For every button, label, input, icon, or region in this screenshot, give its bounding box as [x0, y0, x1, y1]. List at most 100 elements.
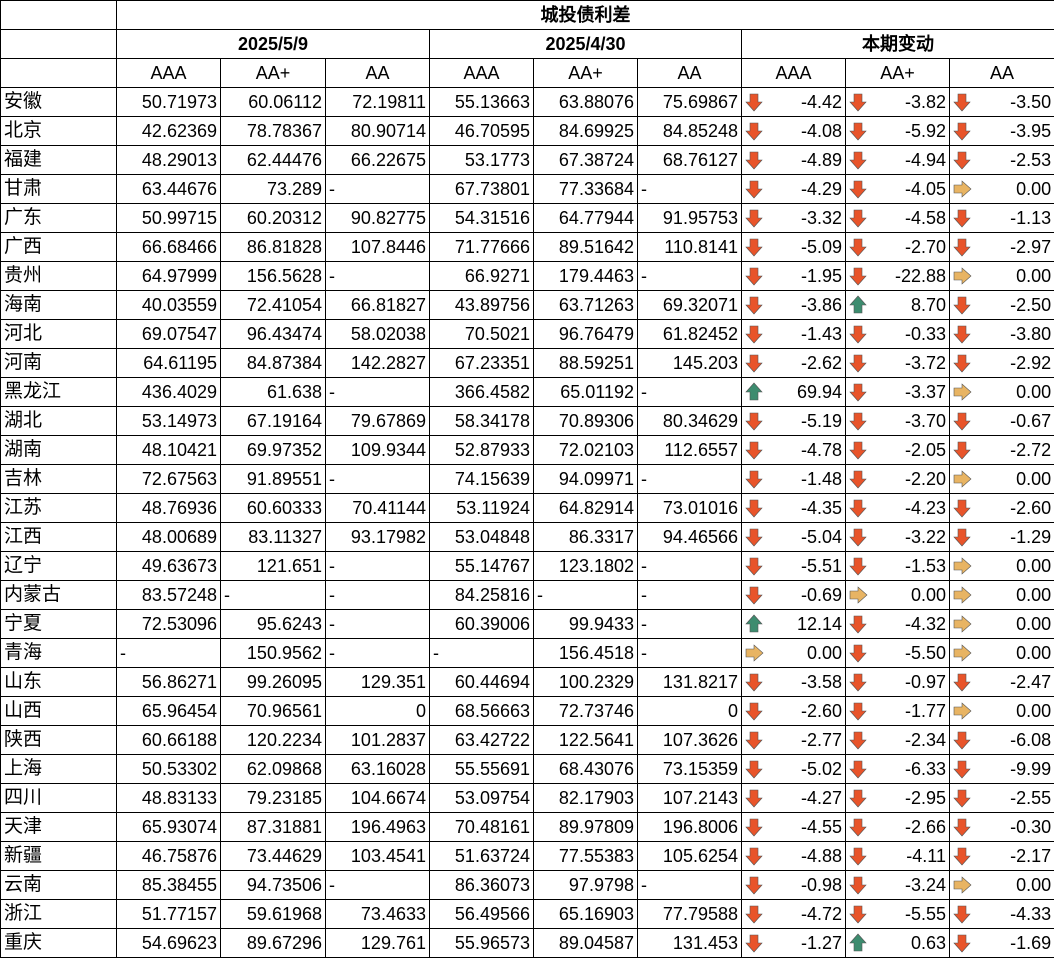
- province-cell: 江苏: [1, 494, 117, 523]
- spread-previous-cell: 77.55383: [534, 842, 638, 871]
- change-cell: -2.72: [950, 436, 1054, 465]
- change-header: 本期变动: [742, 30, 1054, 59]
- spread-current-cell: 73.44629: [221, 842, 326, 871]
- change-value: -4.08: [801, 121, 842, 141]
- change-cell: -2.05: [846, 436, 950, 465]
- change-cell: -4.32: [846, 610, 950, 639]
- table-row: 河北69.0754796.4347458.0203870.502196.7647…: [1, 320, 1054, 349]
- change-value: -3.24: [905, 875, 946, 895]
- spread-previous-cell: 66.9271: [430, 262, 534, 291]
- spread-current-cell: 87.31881: [221, 813, 326, 842]
- table-title: 城投债利差: [117, 1, 1054, 30]
- change-value: -2.55: [1010, 788, 1051, 808]
- spread-previous-cell: 156.4518: [534, 639, 638, 668]
- change-cell: -6.33: [846, 755, 950, 784]
- arrow-down-icon: [848, 904, 868, 924]
- spread-previous-cell: 86.36073: [430, 871, 534, 900]
- spread-current-cell: 196.4963: [326, 813, 430, 842]
- change-value: -0.69: [801, 585, 842, 605]
- arrow-up-icon: [744, 614, 764, 634]
- spread-previous-cell: 70.5021: [430, 320, 534, 349]
- change-cell: -22.88: [846, 262, 950, 291]
- change-cell: -3.50: [950, 88, 1054, 117]
- spread-previous-cell: 68.56663: [430, 697, 534, 726]
- arrow-down-icon: [744, 295, 764, 315]
- change-value: 0.00: [1016, 875, 1051, 895]
- arrow-down-icon: [848, 266, 868, 286]
- spread-current-cell: 79.67869: [326, 407, 430, 436]
- spread-current-cell: 70.96561: [221, 697, 326, 726]
- spread-previous-cell: 54.31516: [430, 204, 534, 233]
- spread-previous-cell: 86.3317: [534, 523, 638, 552]
- table-row: 上海50.5330262.0986863.1602855.5569168.430…: [1, 755, 1054, 784]
- change-cell: -4.05: [846, 175, 950, 204]
- change-value: -3.80: [1010, 324, 1051, 344]
- change-value: -4.23: [905, 498, 946, 518]
- spread-current-cell: -: [326, 871, 430, 900]
- change-cell: -2.60: [742, 697, 846, 726]
- arrow-down-icon: [848, 121, 868, 141]
- spread-previous-cell: -: [638, 465, 742, 494]
- spread-previous-cell: -: [534, 581, 638, 610]
- table-row: 湖北53.1497367.1916479.6786958.3417870.893…: [1, 407, 1054, 436]
- table-row: 北京42.6236978.7836780.9071446.7059584.699…: [1, 117, 1054, 146]
- change-cell: -6.08: [950, 726, 1054, 755]
- arrow-down-icon: [848, 469, 868, 489]
- spread-previous-cell: 99.9433: [534, 610, 638, 639]
- change-value: -2.34: [905, 730, 946, 750]
- table-row: 吉林72.6756391.89551-74.1563994.09971--1.4…: [1, 465, 1054, 494]
- arrow-right-icon: [952, 382, 972, 402]
- change-cell: 0.00: [950, 465, 1054, 494]
- spread-previous-cell: 91.95753: [638, 204, 742, 233]
- change-value: 0.00: [1016, 179, 1051, 199]
- spread-current-cell: 65.93074: [117, 813, 221, 842]
- spread-current-cell: 64.97999: [117, 262, 221, 291]
- change-cell: -3.58: [742, 668, 846, 697]
- spread-previous-cell: 196.8006: [638, 813, 742, 842]
- change-cell: 0.00: [742, 639, 846, 668]
- change-cell: -2.62: [742, 349, 846, 378]
- spread-previous-cell: 123.1802: [534, 552, 638, 581]
- change-value: 0.00: [1016, 614, 1051, 634]
- province-cell: 辽宁: [1, 552, 117, 581]
- arrow-down-icon: [952, 817, 972, 837]
- province-cell: 重庆: [1, 929, 117, 958]
- table-row: 江西48.0068983.1132793.1798253.0484886.331…: [1, 523, 1054, 552]
- spread-current-cell: -: [326, 610, 430, 639]
- change-cell: -5.55: [846, 900, 950, 929]
- province-cell: 河南: [1, 349, 117, 378]
- spread-previous-cell: 53.1773: [430, 146, 534, 175]
- arrow-down-icon: [744, 556, 764, 576]
- change-value: -4.88: [801, 846, 842, 866]
- change-cell: -0.67: [950, 407, 1054, 436]
- arrow-right-icon: [952, 875, 972, 895]
- arrow-down-icon: [744, 440, 764, 460]
- spread-current-cell: 66.22675: [326, 146, 430, 175]
- spread-current-cell: 51.77157: [117, 900, 221, 929]
- arrow-down-icon: [744, 933, 764, 953]
- arrow-down-icon: [952, 353, 972, 373]
- change-cell: -2.92: [950, 349, 1054, 378]
- change-cell: -2.95: [846, 784, 950, 813]
- change-cell: -5.09: [742, 233, 846, 262]
- spread-previous-cell: 97.9798: [534, 871, 638, 900]
- arrow-down-icon: [952, 730, 972, 750]
- arrow-down-icon: [848, 324, 868, 344]
- spread-current-cell: -: [326, 175, 430, 204]
- change-value: -5.04: [801, 527, 842, 547]
- change-value: -1.95: [801, 266, 842, 286]
- spread-previous-cell: 100.2329: [534, 668, 638, 697]
- arrow-down-icon: [744, 585, 764, 605]
- spread-current-cell: 99.26095: [221, 668, 326, 697]
- spread-current-cell: 84.87384: [221, 349, 326, 378]
- spread-current-cell: 83.11327: [221, 523, 326, 552]
- change-value: -1.77: [905, 701, 946, 721]
- arrow-down-icon: [848, 179, 868, 199]
- change-value: -5.55: [905, 904, 946, 924]
- arrow-down-icon: [952, 527, 972, 547]
- change-value: -3.82: [905, 92, 946, 112]
- arrow-down-icon: [848, 382, 868, 402]
- spread-current-cell: 62.09868: [221, 755, 326, 784]
- spread-previous-cell: 94.46566: [638, 523, 742, 552]
- province-cell: 福建: [1, 146, 117, 175]
